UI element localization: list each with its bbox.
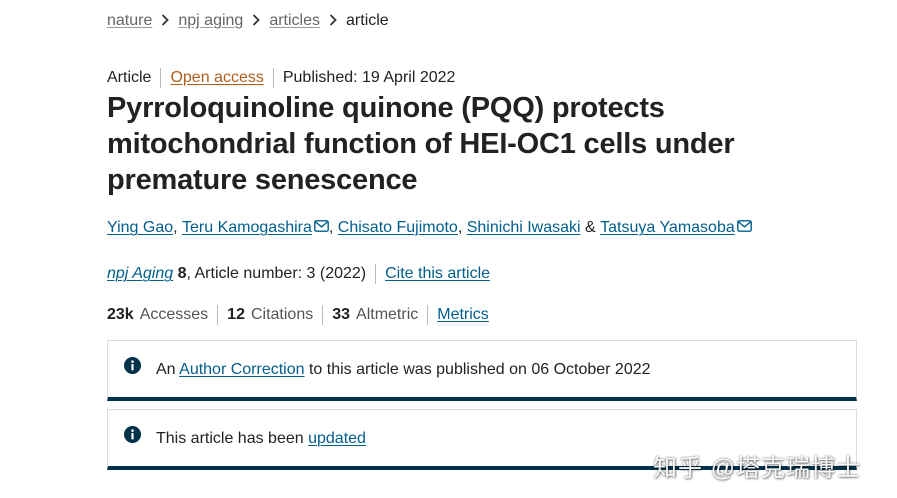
- altmetric-label: Altmetric: [356, 306, 419, 323]
- divider: [427, 305, 429, 325]
- author-separator: ,: [328, 219, 334, 236]
- envelope-icon[interactable]: [736, 219, 752, 232]
- metrics-link[interactable]: Metrics: [437, 306, 489, 324]
- notice-text: An Author Correction to this article was…: [156, 361, 651, 379]
- divider: [272, 68, 274, 88]
- envelope-icon[interactable]: [313, 219, 329, 232]
- divider: [217, 305, 219, 325]
- altmetric-count: 33: [332, 306, 351, 323]
- journal-info: npj Aging 8 , Article number: 3 (2022) C…: [107, 264, 490, 284]
- article-type: Article: [107, 69, 152, 86]
- article-title: Pyrroloquinoline quinone (PQQ) protects …: [107, 92, 735, 196]
- citations-label: Citations: [250, 306, 314, 323]
- breadcrumb: nature npj aging articles article: [107, 12, 389, 30]
- updated-link[interactable]: updated: [308, 430, 366, 447]
- author-link[interactable]: Ying Gao: [107, 219, 173, 237]
- chevron-right-icon: [161, 13, 170, 29]
- author-separator: ,: [173, 219, 178, 236]
- author-correction-link[interactable]: Author Correction: [179, 361, 304, 378]
- breadcrumb-link-nature[interactable]: nature: [107, 12, 152, 30]
- divider: [375, 264, 377, 284]
- article-metrics: 23k Accesses 12 Citations 33 Altmetric M…: [107, 305, 489, 325]
- breadcrumb-current: article: [346, 12, 389, 29]
- journal-volume: 8: [177, 265, 187, 282]
- info-circle-icon: [124, 426, 141, 443]
- author-link[interactable]: Teru Kamogashira: [182, 219, 312, 237]
- author-correction-notice: An Author Correction to this article was…: [107, 340, 857, 401]
- author-link[interactable]: Tatsuya Yamasoba: [600, 219, 735, 237]
- breadcrumb-link-npj-aging[interactable]: npj aging: [178, 12, 243, 30]
- accesses-label: Accesses: [139, 306, 209, 323]
- citations-count: 12: [227, 306, 245, 323]
- published-date: Published: 19 April 2022: [282, 69, 456, 86]
- info-circle-icon: [124, 357, 141, 374]
- article-number: , Article number: 3 (2022): [186, 265, 367, 282]
- article-meta: Article Open access Published: 19 April …: [107, 68, 455, 88]
- author-link[interactable]: Shinichi Iwasaki: [467, 219, 581, 237]
- author-link[interactable]: Chisato Fujimoto: [338, 219, 458, 237]
- author-separator: ,: [457, 219, 463, 236]
- author-list: Ying Gao , Teru Kamogashira , Chisato Fu…: [107, 219, 752, 237]
- notice-prefix: An: [156, 361, 176, 378]
- notice-prefix: This article has been: [156, 430, 304, 447]
- zhihu-watermark: 知乎 @塔克瑞博士: [653, 455, 862, 482]
- notice-text: This article has been updated: [156, 430, 366, 448]
- journal-link[interactable]: npj Aging: [107, 265, 173, 283]
- breadcrumb-link-articles[interactable]: articles: [269, 12, 320, 30]
- notice-suffix: to this article was published on 06 Octo…: [308, 361, 651, 378]
- chevron-right-icon: [252, 13, 261, 29]
- divider: [160, 68, 162, 88]
- author-ampersand: &: [585, 219, 596, 236]
- cite-this-article-link[interactable]: Cite this article: [385, 265, 490, 283]
- divider: [322, 305, 324, 325]
- accesses-count: 23k: [107, 306, 134, 323]
- chevron-right-icon: [329, 13, 337, 29]
- open-access-link[interactable]: Open access: [170, 69, 263, 87]
